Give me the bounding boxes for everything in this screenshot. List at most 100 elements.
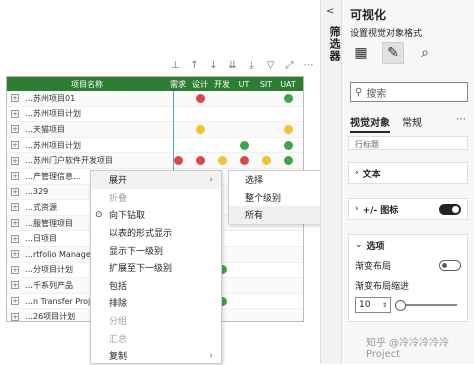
table-row[interactable]: + …苏州项目计划 (7, 107, 303, 123)
search-input[interactable]: ⚲ 搜索 (350, 82, 468, 102)
table-row[interactable]: + …苏州门户软件开发项目 (7, 153, 303, 169)
status-cell[interactable] (233, 156, 255, 166)
arrow-up-icon[interactable]: ↑ (189, 60, 200, 71)
filter-pane-label[interactable]: 筛选器 (326, 26, 342, 62)
status-cell[interactable] (211, 156, 233, 166)
expand-plus-icon[interactable]: + (11, 312, 19, 321)
expand-plus-icon[interactable]: + (11, 265, 19, 274)
context-menu-item-label: 包括 (109, 281, 128, 292)
more-options-icon[interactable]: ⋯ (303, 60, 314, 71)
table-row[interactable]: + …天猫项目 (7, 122, 303, 138)
analytics-icon[interactable]: ⌕ (414, 42, 436, 64)
expand-plus-icon[interactable]: + (11, 219, 19, 228)
section-text: › 文本 (348, 162, 468, 184)
section-icons-label: +/- 图标 (362, 205, 399, 216)
section-options-header[interactable]: ⌄ 选项 (349, 235, 467, 255)
context-menu-item-label: 汇总 (109, 334, 128, 345)
expand-plus-icon[interactable]: + (11, 203, 19, 212)
tab-visual[interactable]: 视觉对象 (350, 114, 390, 133)
row-project-name: …天猫项目 (25, 124, 65, 134)
double-arrow-down-icon[interactable]: ⇊ (227, 60, 238, 71)
pane-icon-row: ▦ ✎ ⌕ (350, 42, 436, 64)
indent-control-row: 10 ⇕ (349, 295, 467, 315)
context-menu-item-label: 以表的形式显示 (109, 229, 173, 240)
section-text-header[interactable]: › 文本 (349, 163, 467, 183)
red-status-dot-icon (195, 93, 205, 103)
context-menu-item[interactable]: 扩展至下一级别 (91, 259, 221, 277)
red-status-dot-icon (173, 156, 183, 166)
tab-general[interactable]: 常规 (402, 114, 422, 133)
pin-icon[interactable]: ⊥ (170, 60, 181, 71)
expand-plus-icon[interactable]: + (11, 125, 19, 134)
expand-plus-icon[interactable]: + (11, 187, 19, 196)
header-uat[interactable]: UAT (277, 80, 299, 89)
status-cell[interactable] (255, 156, 277, 166)
expand-plus-icon[interactable]: + (11, 281, 19, 290)
expand-down-icon[interactable]: ⤓ (246, 60, 257, 71)
status-cell[interactable] (189, 124, 211, 134)
pane-title: 可视化 (350, 8, 387, 22)
yellow-status-dot-icon (217, 156, 227, 166)
stepper-arrows-icon[interactable]: ⇕ (382, 302, 387, 309)
header-ut[interactable]: UT (233, 80, 255, 89)
context-menu-item[interactable]: 展开 › (91, 171, 221, 189)
filter-pane-collapsed[interactable]: < 筛选器 (320, 0, 342, 364)
table-row[interactable]: + …苏州项目计划 (7, 138, 303, 154)
section-icons-header[interactable]: › +/- 图标 (349, 199, 467, 219)
status-cell[interactable] (167, 156, 189, 166)
focus-mode-icon[interactable]: ⤢ (284, 60, 295, 71)
expand-plus-icon[interactable]: + (11, 156, 19, 165)
context-menu-item[interactable]: 排除 (91, 294, 221, 312)
context-menu-item[interactable]: 显示下一级别 (91, 241, 221, 259)
header-requirements[interactable]: 需求 (167, 79, 189, 90)
context-menu-item-label: 向下钻取 (109, 211, 146, 222)
more-options-icon[interactable]: ⋯ (456, 114, 466, 125)
expand-plus-icon[interactable]: + (11, 94, 19, 103)
expand-plus-icon[interactable]: + (11, 297, 19, 306)
context-menu-item[interactable]: 复制 › (91, 347, 221, 365)
gradient-layout-label: 渐变布局 (355, 261, 392, 272)
indent-stepper[interactable]: 10 ⇕ (355, 297, 391, 313)
build-visual-icon[interactable]: ▦ (350, 42, 372, 64)
format-visual-icon[interactable]: ✎ (382, 42, 404, 64)
red-status-dot-icon (195, 156, 205, 166)
expand-plus-icon[interactable]: + (11, 172, 19, 181)
chevron-left-icon[interactable]: < (326, 6, 334, 17)
expand-plus-icon[interactable]: + (11, 250, 19, 259)
filter-icon[interactable]: ▽ (265, 60, 276, 71)
status-cell[interactable] (277, 156, 299, 166)
arrow-down-icon[interactable]: ↓ (208, 60, 219, 71)
table-row[interactable]: + …苏州项目01 (7, 91, 303, 107)
status-cell[interactable] (277, 124, 299, 134)
watermark: 知乎 @冷冷冷冷冷Project (366, 338, 450, 360)
gradient-layout-toggle[interactable] (439, 259, 461, 271)
header-sit[interactable]: SIT (255, 80, 277, 89)
header-project-name[interactable]: 项目名称 (7, 79, 167, 90)
chevron-right-icon: › (209, 174, 213, 185)
chevron-right-icon: › (355, 204, 359, 214)
status-cell[interactable] (189, 156, 211, 166)
indent-slider[interactable] (395, 300, 457, 311)
status-cell[interactable] (189, 93, 211, 103)
section-options: ⌄ 选项 渐变布局 渐变布局缩进 10 ⇕ (348, 234, 468, 322)
status-cell[interactable] (233, 140, 255, 150)
icons-toggle[interactable] (439, 203, 461, 215)
header-development[interactable]: 开发 (211, 79, 233, 90)
section-row-headers: 行标题 (348, 136, 468, 150)
row-project-name: …苏州项目计划 (25, 140, 81, 150)
context-menu-item[interactable]: ⊙ 向下钻取 (91, 206, 221, 224)
chevron-down-icon: ⌄ (355, 240, 363, 250)
expand-plus-icon[interactable]: + (11, 234, 19, 243)
context-menu-item[interactable]: 以表的形式显示 (91, 224, 221, 242)
visualizations-pane: 可视化 设置视觉对象格式 ▦ ✎ ⌕ ⚲ 搜索 视觉对象 常规 ⋯ 行标题 › … (342, 0, 474, 364)
status-cell[interactable] (277, 93, 299, 103)
context-menu-item[interactable]: 包括 (91, 277, 221, 295)
expand-plus-icon[interactable]: + (11, 109, 19, 118)
context-menu-item-label: 折叠 (109, 193, 128, 204)
section-row-headers-label[interactable]: 行标题 (349, 137, 467, 149)
status-cell[interactable] (277, 140, 299, 150)
green-status-dot-icon (239, 140, 249, 150)
matrix-header: 项目名称 需求 设计 开发 UT SIT UAT (7, 77, 303, 91)
header-design[interactable]: 设计 (189, 79, 211, 90)
expand-plus-icon[interactable]: + (11, 141, 19, 150)
